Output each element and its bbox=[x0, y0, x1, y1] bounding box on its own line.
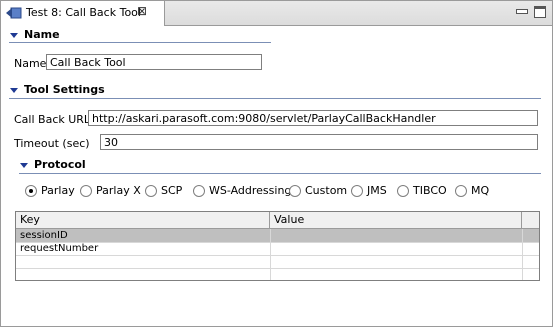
radio-button-icon[interactable] bbox=[351, 185, 363, 197]
radio-button-icon[interactable] bbox=[289, 185, 301, 197]
radio-label: WS-Addressing bbox=[209, 184, 292, 197]
radio-label: JMS bbox=[367, 184, 387, 197]
table-cell-key[interactable] bbox=[16, 255, 270, 268]
section-divider bbox=[9, 98, 541, 99]
radio-label: Parlay X bbox=[96, 184, 141, 197]
radio-label: SCP bbox=[161, 184, 183, 197]
name-field[interactable] bbox=[46, 54, 262, 70]
radio-button-icon[interactable] bbox=[80, 185, 92, 197]
radio-button-icon[interactable] bbox=[145, 185, 157, 197]
column-divider bbox=[522, 229, 523, 280]
key-value-table: Key Value sessionID requestNumber bbox=[15, 211, 540, 281]
tab-test8[interactable]: Test 8: Call Back Tool ⊠ bbox=[1, 1, 165, 26]
table-cell-key[interactable]: sessionID bbox=[16, 229, 270, 242]
radio-button-icon[interactable] bbox=[25, 185, 37, 197]
name-label: Name bbox=[14, 57, 47, 70]
tab-strip: Test 8: Call Back Tool ⊠ bbox=[1, 1, 552, 26]
callback-url-field[interactable] bbox=[88, 110, 538, 126]
radio-label: MQ bbox=[471, 184, 490, 197]
table-row[interactable]: sessionID bbox=[16, 229, 539, 243]
radio-label: TIBCO bbox=[413, 184, 447, 197]
close-icon[interactable]: ⊠ bbox=[137, 4, 147, 18]
table-cell-value[interactable] bbox=[270, 242, 522, 255]
table-cell-key[interactable]: requestNumber bbox=[16, 242, 270, 255]
collapse-arrow-icon[interactable] bbox=[10, 33, 18, 38]
timeout-field[interactable] bbox=[100, 134, 538, 150]
column-divider bbox=[270, 229, 271, 280]
maximize-icon[interactable] bbox=[534, 6, 546, 18]
radio-label: Parlay bbox=[41, 184, 75, 197]
callback-url-label: Call Back URL bbox=[14, 113, 91, 126]
table-cell-value[interactable] bbox=[270, 255, 522, 268]
section-divider bbox=[19, 173, 541, 174]
column-header-value[interactable]: Value bbox=[270, 212, 522, 229]
table-cell-value[interactable] bbox=[270, 229, 522, 242]
tab-title: Test 8: Call Back Tool bbox=[26, 6, 141, 19]
radio-button-icon[interactable] bbox=[397, 185, 409, 197]
radio-button-icon[interactable] bbox=[455, 185, 467, 197]
radio-button-icon[interactable] bbox=[193, 185, 205, 197]
test-tool-icon bbox=[6, 7, 22, 19]
section-title-protocol[interactable]: Protocol bbox=[34, 158, 86, 171]
table-row[interactable] bbox=[16, 255, 539, 269]
table-cell-key[interactable] bbox=[16, 268, 270, 280]
table-row[interactable]: requestNumber bbox=[16, 242, 539, 256]
column-header-filler bbox=[522, 212, 539, 229]
radio-label: Custom bbox=[305, 184, 348, 197]
section-title-tool-settings[interactable]: Tool Settings bbox=[24, 83, 105, 96]
section-divider bbox=[9, 42, 271, 43]
table-row[interactable] bbox=[16, 268, 539, 280]
editor-panel: Test 8: Call Back Tool ⊠ Name Name Tool … bbox=[0, 0, 553, 327]
collapse-arrow-icon[interactable] bbox=[10, 88, 18, 93]
collapse-arrow-icon[interactable] bbox=[20, 163, 28, 168]
timeout-label: Timeout (sec) bbox=[14, 137, 90, 150]
table-cell-value[interactable] bbox=[270, 268, 522, 280]
minimize-icon[interactable] bbox=[516, 9, 528, 14]
section-title-name[interactable]: Name bbox=[24, 28, 60, 41]
column-header-key[interactable]: Key bbox=[16, 212, 270, 229]
